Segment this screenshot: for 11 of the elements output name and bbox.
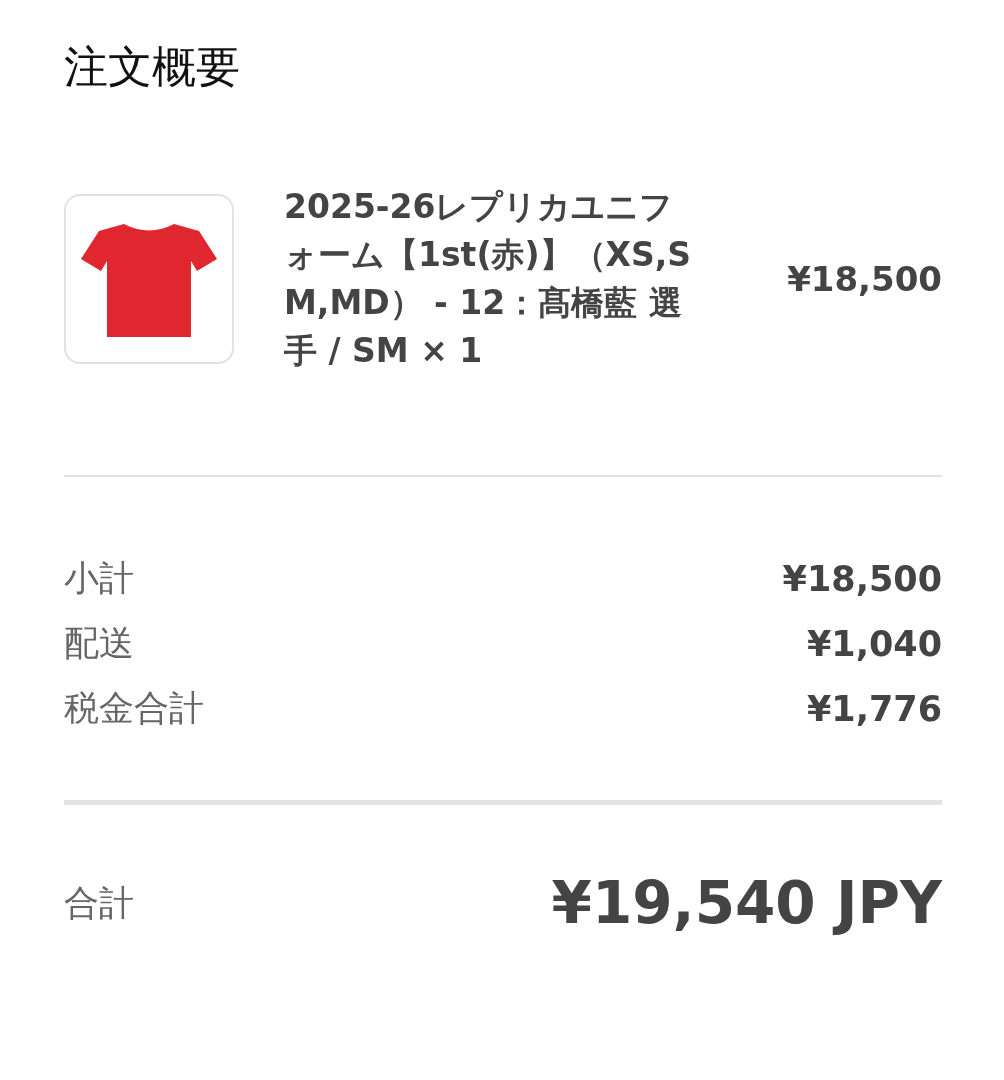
total-value: ¥19,540 JPY [551, 869, 942, 937]
total-label: 合計 [64, 881, 134, 925]
product-price: ¥18,500 [787, 259, 942, 299]
section-title: 注文概要 [64, 40, 241, 94]
summary-label: 小計 [64, 557, 134, 600]
summary-label: 配送 [64, 622, 134, 665]
product-name: 2025-26レプリカユニフォーム【1st(赤)】（XS,SM,MD） - 12：髙橋藍 選手 / SM × 1 [284, 186, 693, 372]
summary-value: ¥1,776 [806, 688, 942, 729]
summary-label: 税金合計 [64, 687, 204, 730]
summary-value: ¥18,500 [782, 558, 942, 599]
summary-value: ¥1,040 [806, 623, 942, 664]
